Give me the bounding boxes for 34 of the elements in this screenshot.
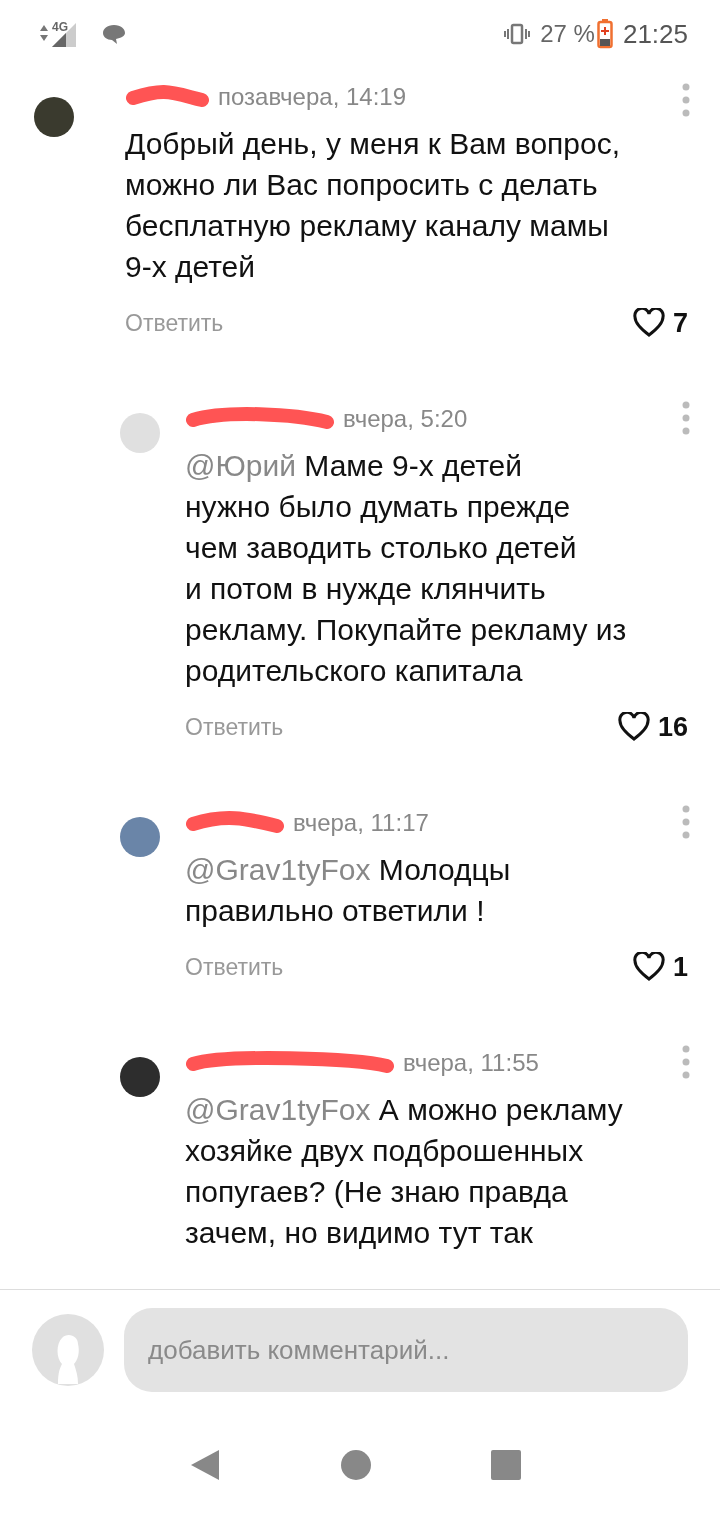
comment-input[interactable]: добавить комментарий...	[124, 1308, 688, 1392]
comment-time: вчера, 11:55	[403, 1049, 539, 1077]
network-type: 4G	[52, 20, 68, 34]
reply-link[interactable]: Ответить	[185, 713, 284, 741]
comment-time: вчера, 11:17	[293, 809, 429, 837]
battery-icon	[596, 19, 613, 49]
user-avatar[interactable]	[34, 97, 74, 137]
comment-text: Добрый день, у меня к Вам вопрос, можно ли Вас попросить с делать бесплатную рекламу каналу мамы 9-х детей	[125, 126, 622, 285]
reply-link[interactable]: Ответить	[185, 953, 284, 981]
mention-link[interactable]: @Grav1tyFox	[185, 1093, 371, 1126]
more-options-icon[interactable]	[682, 401, 690, 435]
user-avatar[interactable]	[120, 1057, 160, 1097]
like-count: 7	[672, 307, 688, 339]
heart-icon[interactable]	[632, 952, 665, 982]
heart-icon[interactable]	[632, 308, 665, 338]
mention-link[interactable]: @Юрий	[185, 449, 296, 482]
mention-link[interactable]: @Grav1tyFox	[185, 853, 371, 886]
like-count: 16	[657, 711, 688, 743]
comment-text: @Grav1tyFox Молодцы правильно ответили !	[185, 852, 512, 929]
user-avatar-icon	[32, 1314, 104, 1386]
more-options-icon[interactable]	[682, 83, 690, 117]
more-options-icon[interactable]	[682, 1045, 690, 1079]
comment-text: @Юрий Маме 9-х детей нужно было думать прежде чем заводить столько детей и потом в нужде клянчить рекламу. Покупайте рекламу из родительского капитала	[185, 448, 628, 689]
battery-percent: 27 %	[540, 20, 595, 48]
heart-icon[interactable]	[617, 712, 650, 742]
more-options-icon[interactable]	[682, 805, 690, 839]
comment-time: позавчера, 14:19	[218, 83, 407, 111]
comment-text: @Grav1tyFox А можно рекламу хозяйке двух подброшенных попугаев? (Не знаю правда зачем, но видимо тут так	[185, 1092, 624, 1251]
like-count: 1	[672, 951, 688, 983]
reply-link[interactable]: Ответить	[125, 309, 224, 337]
message-icon	[102, 23, 126, 45]
vibrate-icon	[504, 23, 531, 45]
comment-time: вчера, 5:20	[343, 405, 468, 433]
clock: 21:25	[622, 18, 688, 50]
